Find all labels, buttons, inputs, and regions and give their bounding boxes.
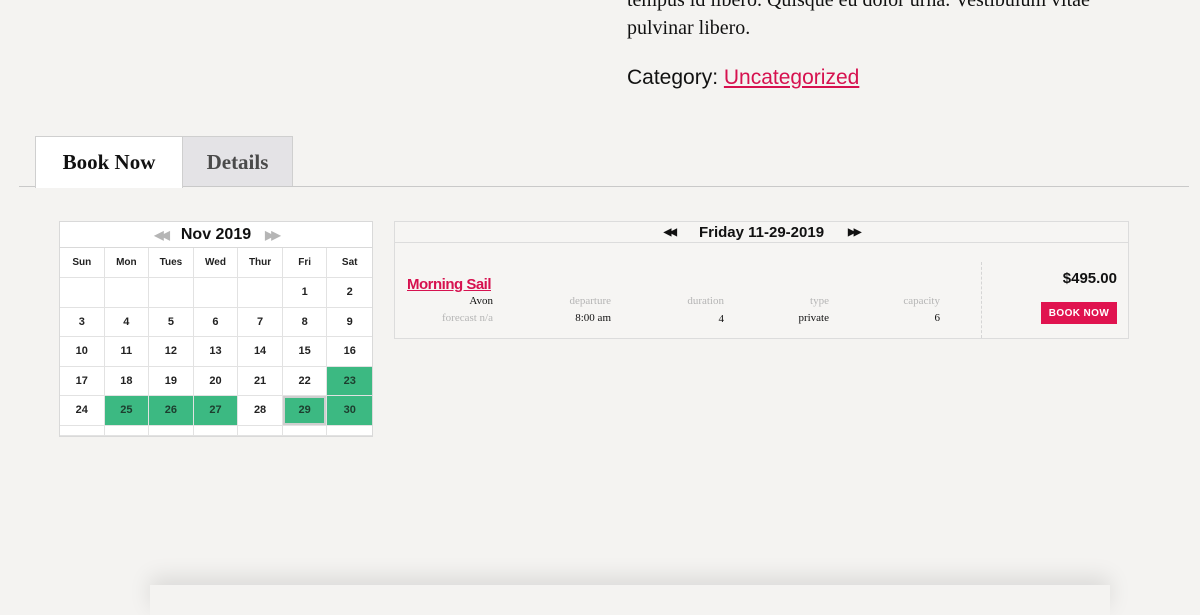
calendar-day-25[interactable]: 25 — [104, 396, 150, 426]
calendar-month-label: Nov 2019 — [180, 225, 252, 243]
calendar-day-18: 18 — [104, 366, 150, 396]
duration-label: duration — [687, 295, 724, 307]
category-label: Category: — [627, 66, 719, 89]
calendar-day-30[interactable]: 30 — [327, 396, 372, 426]
calendar-day-8: 8 — [282, 307, 328, 337]
weekday-header: Sun — [60, 248, 105, 278]
calendar-day-11: 11 — [104, 337, 150, 367]
calendar-day-15: 15 — [282, 337, 328, 367]
calendar-day-3: 3 — [60, 307, 105, 337]
type-value: private — [798, 312, 829, 324]
capacity-value: 6 — [934, 312, 941, 324]
calendar-day-13: 13 — [193, 337, 239, 367]
weekday-header: Wed — [193, 248, 239, 278]
departure-label: departure — [569, 295, 611, 307]
calendar-day-empty — [149, 425, 194, 436]
calendar-day-9: 9 — [327, 308, 372, 337]
calendar-day-empty — [149, 278, 194, 308]
calendar-day-empty — [60, 425, 105, 436]
prev-day-icon[interactable]: ◀◀ — [664, 227, 677, 238]
day-schedule-panel: ◀◀ Friday 11-29-2019 ▶▶ Morning Sail Avo… — [394, 221, 1129, 339]
calendar-day-empty — [193, 425, 239, 436]
calendar-day-19: 19 — [149, 366, 194, 396]
calendar-day-empty — [238, 425, 283, 436]
calendar-day-4: 4 — [104, 307, 150, 337]
calendar-day-empty — [60, 278, 105, 308]
panel-divider — [981, 262, 982, 338]
calendar-day-20: 20 — [193, 366, 239, 396]
calendar-day-empty — [104, 278, 150, 308]
footer-edge — [150, 585, 1110, 615]
calendar-day-26[interactable]: 26 — [149, 396, 194, 426]
calendar-day-5: 5 — [149, 307, 194, 337]
calendar-day-12: 12 — [149, 337, 194, 367]
calendar-day-1: 1 — [282, 278, 328, 308]
next-day-icon[interactable]: ▶▶ — [848, 227, 861, 238]
calendar-header: ◀◀ Nov 2019 ▶▶ — [60, 222, 372, 248]
weekday-header: Tues — [149, 248, 194, 278]
calendar-day-empty — [104, 425, 150, 436]
calendar-day-empty — [282, 425, 328, 436]
calendar-day-23[interactable]: 23 — [327, 366, 372, 396]
calendar-day-2: 2 — [327, 278, 372, 308]
calendar-day-empty — [193, 278, 239, 308]
calendar-day-24: 24 — [60, 396, 105, 426]
article-paragraph: tempus id libero. Quisque eu dolor urna.… — [627, 0, 1187, 44]
weekday-header: Sat — [327, 248, 372, 278]
day-date-label: Friday 11-29-2019 — [698, 223, 825, 241]
departure-value: 8:00 am — [575, 312, 611, 324]
calendar-day-10: 10 — [60, 337, 105, 367]
tour-location: Avon — [469, 295, 493, 307]
tour-name-link[interactable]: Morning Sail — [407, 276, 492, 293]
booking-calendar: ◀◀ Nov 2019 ▶▶ Sun Mon Tues Wed Thur Fri Sat 1 2… — [59, 221, 373, 437]
calendar-day-16: 16 — [327, 337, 372, 367]
post-category: Category: Uncategorized — [627, 66, 859, 90]
capacity-label: capacity — [903, 295, 940, 307]
paragraph-line: pulvinar libero. — [627, 17, 751, 39]
double-right-arrow-icon[interactable]: ▶▶ — [265, 228, 281, 242]
tab-divider — [19, 186, 1189, 187]
tour-forecast: forecast n/a — [442, 312, 493, 324]
type-label: type — [810, 295, 829, 307]
double-left-arrow-icon[interactable]: ◀◀ — [154, 228, 170, 242]
day-header: ◀◀ Friday 11-29-2019 ▶▶ — [395, 222, 1128, 243]
paragraph-line: tempus id libero. Quisque eu dolor urna.… — [627, 0, 1090, 11]
calendar-day-14: 14 — [238, 337, 283, 367]
calendar-day-29[interactable]: 29 — [282, 396, 328, 426]
weekday-header: Mon — [104, 248, 150, 278]
tab-book-now[interactable]: Book Now — [35, 136, 183, 188]
weekday-header: Fri — [282, 248, 328, 278]
calendar-day-21: 21 — [238, 366, 283, 396]
calendar-day-empty — [327, 426, 372, 436]
category-link[interactable]: Uncategorized — [724, 66, 859, 89]
calendar-day-empty — [238, 278, 283, 308]
calendar-day-22: 22 — [282, 366, 328, 396]
calendar-day-17: 17 — [60, 366, 105, 396]
calendar-day-6: 6 — [193, 307, 239, 337]
book-now-button[interactable]: BOOK NOW — [1041, 302, 1117, 324]
duration-value: 4 — [718, 313, 725, 325]
calendar-day-28: 28 — [238, 396, 283, 426]
calendar-grid: Sun Mon Tues Wed Thur Fri Sat 1 2 3 4 5 6 7 8 9 10 11 12 13… — [60, 248, 372, 436]
weekday-header: Thur — [238, 248, 283, 278]
tab-details[interactable]: Details — [182, 136, 293, 187]
calendar-day-27[interactable]: 27 — [193, 396, 239, 426]
tour-price: $495.00 — [1062, 270, 1117, 287]
calendar-day-7: 7 — [238, 307, 283, 337]
